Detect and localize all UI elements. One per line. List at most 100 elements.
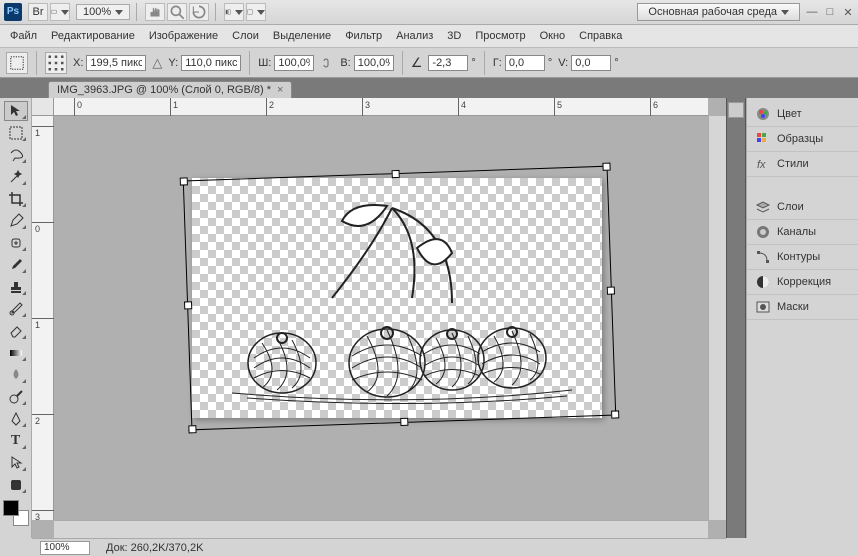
panel-swatches[interactable]: Образцы (747, 127, 858, 152)
panel-paths[interactable]: Контуры (747, 245, 858, 270)
workspace-switcher[interactable]: Основная рабочая среда (637, 3, 800, 21)
pen-tool[interactable] (4, 409, 28, 429)
transform-tool-icon[interactable] (6, 52, 28, 74)
menu-image[interactable]: Изображение (149, 30, 218, 42)
arrange-docs-button[interactable] (224, 3, 244, 21)
w-input[interactable] (274, 55, 314, 71)
handle-br[interactable] (611, 410, 619, 418)
menu-file[interactable]: Файл (10, 30, 37, 42)
menu-analysis[interactable]: Анализ (396, 30, 433, 42)
angle-icon: ∠ (411, 55, 423, 71)
zoom-value: 100% (83, 6, 111, 18)
eraser-tool[interactable] (4, 321, 28, 341)
menu-3d[interactable]: 3D (447, 30, 461, 42)
minimize-button[interactable]: — (806, 6, 818, 18)
bridge-button[interactable]: Br (28, 3, 48, 21)
type-tool[interactable]: T (4, 431, 28, 451)
foreground-color-swatch[interactable] (3, 500, 19, 516)
eyedropper-tool[interactable] (4, 211, 28, 231)
panel-adjustments[interactable]: Коррекция (747, 270, 858, 295)
blur-tool[interactable] (4, 365, 28, 385)
dock-icon[interactable] (728, 102, 744, 118)
gradient-tool[interactable] (4, 343, 28, 363)
status-doc-size: Док: 260,2K/370,2K (106, 542, 203, 554)
handle-bl[interactable] (188, 425, 196, 433)
path-select-tool[interactable] (4, 453, 28, 473)
handle-tm[interactable] (391, 170, 399, 178)
channels-icon (755, 224, 771, 240)
handle-bm[interactable] (400, 418, 408, 426)
panel-channels[interactable]: Каналы (747, 220, 858, 245)
menu-view[interactable]: Просмотр (475, 30, 525, 42)
toolbox: T (0, 98, 32, 538)
screen-mode-button[interactable] (50, 3, 70, 21)
color-swatches[interactable] (3, 500, 29, 526)
ruler-origin[interactable] (32, 98, 54, 116)
status-bar: Док: 260,2K/370,2K (32, 538, 726, 556)
titlebar: Ps Br 100% Основная рабочая среда — □ ✕ (0, 0, 858, 25)
brush-tool[interactable] (4, 255, 28, 275)
v-input[interactable] (571, 55, 611, 71)
panel-color[interactable]: Цвет (747, 102, 858, 127)
rotate-view-button[interactable] (189, 3, 209, 21)
angle-field: ° (428, 55, 475, 71)
marquee-tool[interactable] (4, 123, 28, 143)
scrollbar-horizontal[interactable] (54, 520, 708, 538)
wand-tool[interactable] (4, 167, 28, 187)
maximize-button[interactable]: □ (824, 6, 836, 18)
svg-text:fx: fx (757, 159, 766, 171)
triangle-icon: △ (152, 55, 162, 71)
v-field: V:° (558, 55, 618, 71)
handle-ml[interactable] (184, 301, 192, 309)
menu-select[interactable]: Выделение (273, 30, 331, 42)
menu-edit[interactable]: Редактирование (51, 30, 135, 42)
heal-tool[interactable] (4, 233, 28, 253)
menu-layers[interactable]: Слои (232, 30, 259, 42)
lasso-tool[interactable] (4, 145, 28, 165)
g-input[interactable] (505, 55, 545, 71)
stamp-tool[interactable] (4, 277, 28, 297)
y-input[interactable] (181, 55, 241, 71)
w-field: Ш: (258, 55, 314, 71)
handle-tl[interactable] (180, 177, 188, 185)
ruler-vertical[interactable]: 10123 (32, 116, 54, 520)
reference-point-icon[interactable] (45, 52, 67, 74)
panel-masks[interactable]: Маски (747, 295, 858, 320)
panel-styles[interactable]: fxСтили (747, 152, 858, 177)
panel-layers[interactable]: Слои (747, 195, 858, 220)
layers-icon (755, 199, 771, 215)
h-input[interactable] (354, 55, 394, 71)
screen-mode2-button[interactable] (246, 3, 266, 21)
crop-tool[interactable] (4, 189, 28, 209)
move-tool[interactable] (4, 101, 28, 121)
menu-help[interactable]: Справка (579, 30, 622, 42)
menu-filter[interactable]: Фильтр (345, 30, 382, 42)
handle-mr[interactable] (607, 286, 615, 294)
handle-tr[interactable] (602, 163, 610, 171)
close-button[interactable]: ✕ (842, 6, 854, 18)
menu-window[interactable]: Окно (540, 30, 566, 42)
dodge-tool[interactable] (4, 387, 28, 407)
paths-icon (755, 249, 771, 265)
zoom-level-dropdown[interactable]: 100% (76, 4, 130, 20)
h-field: В: (340, 55, 393, 71)
history-brush-tool[interactable] (4, 299, 28, 319)
hand-tool-button[interactable] (145, 3, 165, 21)
work-zone: T 01234567 10123 (0, 98, 858, 538)
ruler-horizontal[interactable]: 01234567 (54, 98, 708, 116)
link-wh-icon[interactable] (320, 56, 334, 70)
shape-tool[interactable] (4, 475, 28, 495)
x-input[interactable] (86, 55, 146, 71)
zoom-tool-button[interactable] (167, 3, 187, 21)
collapsed-dock[interactable] (726, 98, 746, 538)
free-transform-box[interactable] (183, 166, 616, 431)
canvas-area: 01234567 10123 (32, 98, 726, 538)
ps-logo-icon: Ps (4, 3, 22, 21)
scrollbar-vertical[interactable] (708, 116, 726, 520)
panel-dock: Цвет Образцы fxСтили Слои Каналы Контуры… (746, 98, 858, 538)
angle-input[interactable] (428, 55, 468, 71)
status-zoom-input[interactable] (40, 541, 90, 555)
document-tab[interactable]: IMG_3963.JPG @ 100% (Слой 0, RGB/8) * × (48, 81, 292, 98)
masks-icon (755, 299, 771, 315)
close-tab-icon[interactable]: × (277, 84, 283, 96)
